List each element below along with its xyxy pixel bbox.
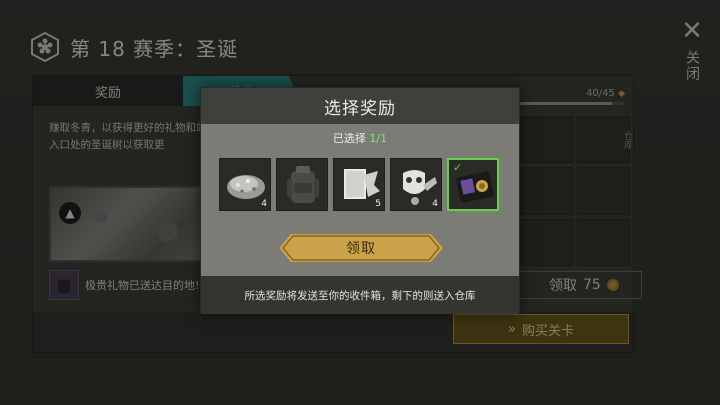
selected-prefix: 已选择 — [332, 132, 366, 145]
modal-title: 选择奖励 — [324, 98, 396, 119]
reward-item-cloth[interactable]: 5 — [333, 158, 385, 211]
item-count: 4 — [261, 199, 267, 209]
reward-items: 4 5 4 ✓ — [219, 158, 499, 211]
footer-text: 所选奖励将发送至你的收件箱，剩下的则送入仓库 — [244, 289, 476, 302]
reward-item-mask[interactable]: 4 — [390, 158, 442, 211]
reward-item-gravel[interactable]: 4 — [219, 158, 271, 211]
reward-item-backpack[interactable] — [276, 158, 328, 211]
claim-button[interactable]: 领取 — [279, 234, 443, 262]
claim-label: 领取 — [346, 241, 376, 257]
select-reward-modal: 选择奖励 已选择 1/1 4 5 4 ✓ 领取 所选奖励将发送至你的收件箱，剩下… — [200, 87, 520, 314]
modal-header: 选择奖励 — [201, 88, 519, 124]
badge-case-icon — [456, 171, 494, 203]
item-count: 4 — [432, 199, 438, 209]
backpack-icon — [287, 166, 319, 203]
selected-value: 1/1 — [369, 132, 388, 145]
reward-item-badge-case[interactable]: ✓ — [447, 158, 499, 211]
modal-body: 已选择 1/1 4 5 4 ✓ 领取 — [201, 124, 519, 276]
selected-count: 已选择 1/1 — [201, 130, 519, 146]
modal-footer: 所选奖励将发送至你的收件箱，剩下的则送入仓库 — [201, 276, 519, 314]
item-count: 5 — [375, 199, 381, 209]
